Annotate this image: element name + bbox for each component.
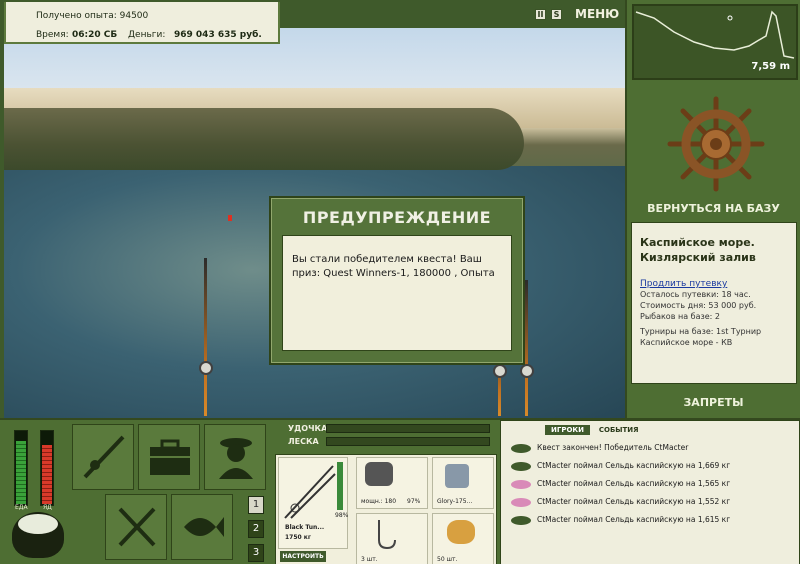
rocks: [4, 108, 524, 170]
rod-condition-bar: [337, 462, 343, 510]
rod-name: Black Tun...: [285, 524, 325, 531]
pause-button[interactable]: II: [535, 9, 546, 20]
reel-icon: [365, 462, 393, 486]
ticket-remaining: Осталось путевки: 18 час.: [640, 290, 751, 299]
menu-button[interactable]: МЕНЮ: [575, 7, 619, 21]
players-panel: ИГРОКИ СОБЫТИЯ Квест закончен! Победител…: [500, 420, 800, 564]
right-panel: 7,59 m ВЕРНУТЬСЯ НА БАЗУ Каспийское море…: [625, 0, 800, 418]
line-tension-bar: [326, 437, 490, 446]
setup-button[interactable]: НАСТРОИТЬ: [280, 551, 326, 562]
extend-ticket-link[interactable]: Продлить путевку: [640, 279, 788, 289]
depth-chart: 7,59 m: [632, 4, 798, 80]
fisherman-tile[interactable]: [204, 424, 266, 490]
warning-dialog[interactable]: ПРЕДУПРЕЖДЕНИЕ Вы стали победителем квес…: [269, 196, 525, 365]
reel-icon[interactable]: [493, 364, 507, 378]
rod-condition: 98%: [335, 512, 349, 519]
depth-value: 7,59 m: [751, 61, 790, 72]
list-item: CtMacter поймал Сельдь каспийскую на 1,6…: [507, 457, 795, 475]
tab-events[interactable]: СОБЫТИЯ: [593, 425, 645, 435]
bans-button[interactable]: ЗАПРЕТЫ: [627, 396, 800, 409]
money-value: 969 043 635 руб.: [174, 30, 262, 40]
page-button-1[interactable]: 1: [248, 496, 264, 514]
tackle-box-icon: [150, 439, 190, 475]
rod-slot[interactable]: 98% Black Tun... 1750 кг: [278, 457, 348, 549]
bait-icon: [447, 520, 475, 544]
fishing-rod-3[interactable]: [525, 280, 528, 416]
rod-bar-label: УДОЧКА: [288, 424, 328, 433]
poison-label: ЯД: [43, 504, 52, 511]
poison-gauge-fill: [42, 444, 52, 504]
food-label: ЕДА: [15, 504, 28, 511]
reel-icon[interactable]: [520, 364, 534, 378]
fish-tile[interactable]: [171, 494, 233, 560]
fishers-count: Рыбаков на базе: 2: [640, 312, 720, 321]
line-slot[interactable]: Glory-175...: [432, 457, 494, 509]
float-icon[interactable]: [228, 215, 232, 221]
fisherman-icon: [219, 438, 253, 479]
experience-value: 94500: [119, 11, 149, 21]
fishing-rod-icon: [284, 465, 336, 519]
bait-count: 50 шт.: [437, 556, 458, 563]
line-spool-icon: [445, 464, 469, 488]
player-info-panel: Получено опыта: 94500 Время: 06:20 СБ Де…: [4, 2, 280, 44]
food-gauge-fill: [16, 441, 26, 504]
experience-label: Получено опыта:: [36, 11, 117, 21]
events-list: Квест закончен! Победитель CtMacter CtMa…: [507, 439, 795, 529]
dialog-message: Вы стали победителем квеста! Ваш приз: Q…: [282, 235, 512, 351]
fishing-rod-icon: [83, 435, 125, 479]
cauldron-icon[interactable]: [12, 512, 64, 558]
money-label: Деньги:: [128, 30, 166, 40]
food-gauge: [14, 430, 28, 506]
time-label: Время:: [36, 30, 69, 40]
status-gauges: ЕДА ЯД: [8, 428, 60, 511]
bait-slot[interactable]: 50 шт.: [432, 513, 494, 564]
list-item: CtMacter поймал Сельдь каспийскую на 1,5…: [507, 493, 795, 511]
page-button-2[interactable]: 2: [248, 520, 264, 538]
players-tabs: ИГРОКИ СОБЫТИЯ: [545, 425, 645, 435]
reel-power: мощн.: 180: [361, 498, 397, 505]
tackle-panel: 98% Black Tun... 1750 кг мощн.: 180 97% …: [275, 454, 497, 564]
food-tile[interactable]: [105, 494, 167, 560]
list-item: CtMacter поймал Сельдь каспийскую на 1,5…: [507, 475, 795, 493]
fish-icon: [511, 516, 531, 525]
rods-tile[interactable]: [72, 424, 134, 490]
location-panel: Каспийское море. Кизлярский залив Продли…: [631, 222, 797, 384]
page-button-3[interactable]: 3: [248, 544, 264, 562]
day-cost: Стоимость дня: 53 000 руб.: [640, 301, 757, 310]
location-title: Каспийское море. Кизлярский залив: [640, 236, 756, 264]
list-item: CtMacter поймал Сельдь каспийскую на 1,6…: [507, 511, 795, 529]
line-name: Glory-175...: [437, 498, 473, 505]
bottom-panel: ЕДА ЯД 1 2 3 УДОЧКА ЛЕСКА 98% Black Tun.…: [0, 418, 800, 564]
fishing-rod-1[interactable]: [204, 258, 207, 416]
fish-icon: [511, 444, 531, 453]
fish-icon: [511, 462, 531, 471]
tab-players[interactable]: ИГРОКИ: [545, 425, 590, 435]
hook-icon: [378, 520, 396, 550]
rod-tension-bar: [326, 424, 490, 433]
tournaments-info: Турниры на базе: 1st Турнир Каспийское м…: [640, 327, 762, 347]
sound-button[interactable]: S: [551, 9, 562, 20]
ship-wheel-icon[interactable]: [661, 95, 771, 193]
reel-slot[interactable]: мощн.: 180 97%: [356, 457, 428, 509]
return-to-base-button[interactable]: ВЕРНУТЬСЯ НА БАЗУ: [627, 202, 800, 215]
reel-icon[interactable]: [199, 361, 213, 375]
tackle-box-tile[interactable]: [138, 424, 200, 490]
poison-gauge: [40, 430, 54, 506]
lure-icon: [511, 480, 531, 489]
hook-slot[interactable]: 3 шт.: [356, 513, 428, 564]
list-item: Квест закончен! Победитель CtMacter: [507, 439, 795, 457]
reel-condition: 97%: [407, 498, 421, 505]
rod-weight: 1750 кг: [285, 534, 311, 541]
lure-icon: [511, 498, 531, 507]
dialog-title: ПРЕДУПРЕЖДЕНИЕ: [302, 208, 492, 227]
cutlery-icon: [118, 507, 156, 547]
fish-icon: [184, 517, 224, 537]
time-value: 06:20 СБ: [72, 30, 118, 40]
hook-count: 3 шт.: [361, 556, 378, 563]
line-bar-label: ЛЕСКА: [288, 437, 319, 446]
